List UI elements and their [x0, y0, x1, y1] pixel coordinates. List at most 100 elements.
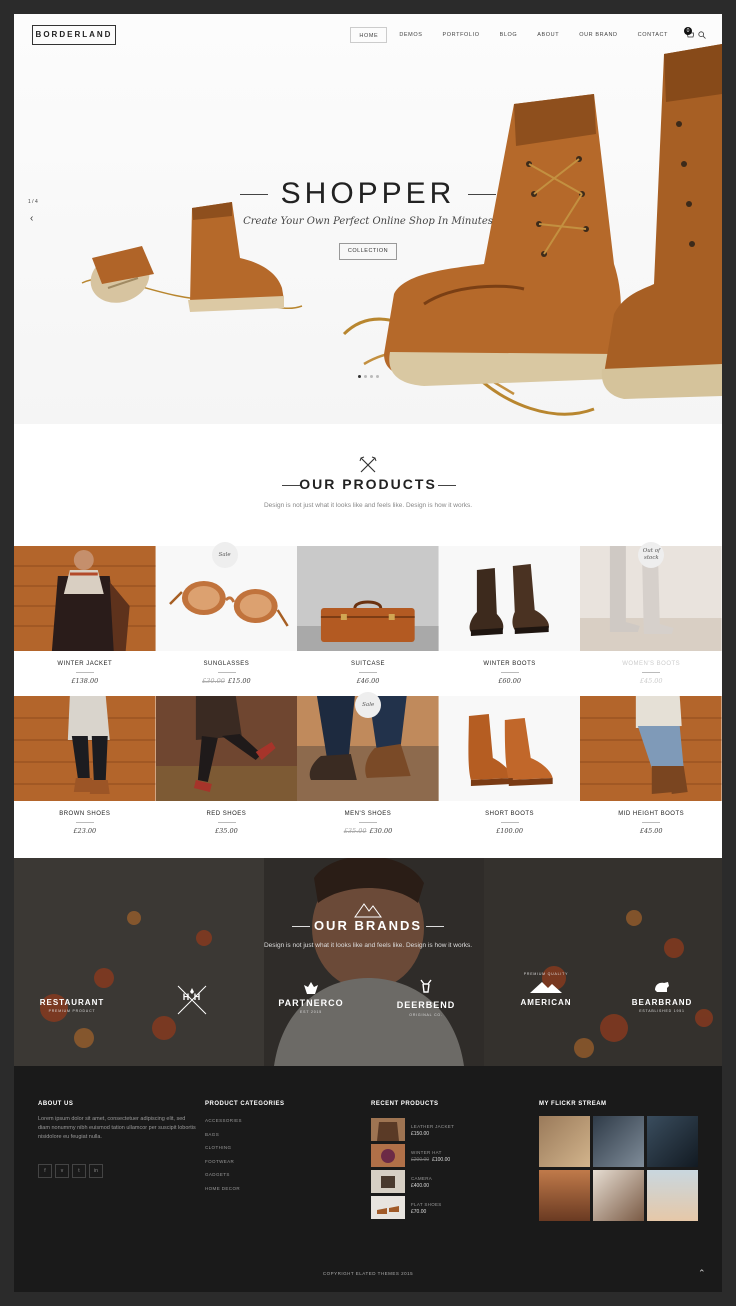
recent-product-price-value: £400.00 — [411, 1183, 430, 1189]
brands-section: OUR BRANDS Design is not just what it lo… — [14, 858, 722, 1066]
twitter-icon[interactable]: t — [72, 1164, 86, 1178]
brands-background-image — [14, 858, 722, 1066]
leaf-icon — [304, 982, 318, 994]
about-text: Lorem ipsum dolor sit amet, consectetuer… — [38, 1116, 196, 1140]
product-price: £46.00 — [297, 677, 439, 685]
product-card[interactable]: WINTER JACKET £138.00 — [14, 546, 156, 697]
nav-blog[interactable]: BLOG — [492, 27, 526, 43]
product-price-value: £45.00 — [639, 677, 663, 685]
product-name[interactable]: MID HEIGHT BOOTS — [580, 811, 722, 817]
chevron-left-icon[interactable]: ‹ — [30, 213, 33, 224]
product-name[interactable]: MEN'S SHOES — [297, 811, 439, 817]
product-card[interactable]: SHORT BOOTS £100.00 — [438, 696, 581, 847]
flickr-photo[interactable] — [539, 1170, 590, 1221]
slide-counter: 1 / 4 — [28, 199, 38, 205]
instagram-icon[interactable]: in — [89, 1164, 103, 1178]
category-link[interactable]: HOME DECOR — [205, 1186, 242, 1200]
product-rule — [500, 822, 519, 823]
category-link[interactable]: GADGETS — [205, 1172, 242, 1186]
product-image-short-boots — [438, 696, 581, 801]
category-link[interactable]: ACCESSORIES — [205, 1118, 242, 1132]
brand-logo-hh[interactable]: H H — [164, 978, 220, 1034]
chevron-up-icon[interactable]: ⌃ — [698, 1268, 706, 1279]
brand-logo-restaurant[interactable]: RESTAURANT PREMIUM PRODUCT — [36, 978, 108, 1034]
brand-name: DEERBEND — [396, 1000, 456, 1010]
flickr-photo[interactable] — [593, 1116, 644, 1167]
recent-product-name: LEATHER JACKET — [411, 1124, 455, 1129]
product-price: £45.00 — [580, 827, 722, 835]
bear-icon — [655, 982, 669, 992]
brand-logo-deerbend[interactable]: DEERBEND ORIGINAL CO. — [386, 978, 466, 1034]
product-name[interactable]: WINTER BOOTS — [439, 661, 581, 667]
product-image-winter-jacket — [14, 546, 156, 651]
recent-product-item[interactable]: FLAT SHOES £70.00 — [371, 1196, 511, 1222]
recent-product-price: £400.00 — [411, 1183, 429, 1189]
nav-home[interactable]: HOME — [350, 27, 388, 43]
category-link[interactable]: CLOTHING — [205, 1145, 242, 1159]
slider-dot[interactable] — [376, 375, 379, 378]
vimeo-icon[interactable]: v — [55, 1164, 69, 1178]
recent-product-item[interactable]: LEATHER JACKET £150.00 — [371, 1118, 511, 1144]
social-links: f v t in — [38, 1164, 103, 1178]
slider-dot[interactable] — [358, 375, 361, 378]
nav-about[interactable]: ABOUT — [529, 27, 567, 43]
recent-products-list: LEATHER JACKET £150.00 WINTER HAT £200.0… — [371, 1118, 511, 1222]
flickr-photo[interactable] — [593, 1170, 644, 1221]
copyright: COPYRIGHT ELATED THEMES 2015 — [322, 1271, 414, 1276]
nav-contact[interactable]: CONTACT — [630, 27, 676, 43]
deer-icon — [420, 979, 432, 993]
brand-logo-american[interactable]: AMERICAN PREMIUM QUALITY — [512, 972, 580, 1034]
product-name[interactable]: SHORT BOOTS — [439, 811, 581, 817]
hero-title: SHOPPER — [280, 177, 456, 210]
product-card[interactable]: Sale MEN'S SHOES £35.00 £30.00 — [297, 692, 439, 847]
product-name[interactable]: SUNGLASSES — [156, 661, 298, 667]
product-card[interactable]: Sale SUNGLASSES £30.00 £15.00 — [155, 542, 298, 697]
recent-product-price-value: £70.00 — [411, 1209, 427, 1215]
recent-product-item[interactable]: WINTER HAT £200.00 £100.00 — [371, 1144, 511, 1170]
category-link[interactable]: BAGS — [205, 1132, 242, 1146]
slider-dot[interactable] — [364, 375, 367, 378]
product-card[interactable]: WINTER BOOTS £60.00 — [438, 546, 581, 697]
nav-our-brand[interactable]: OUR BRAND — [571, 27, 625, 43]
categories-title: PRODUCT CATEGORIES — [205, 1101, 285, 1107]
product-card[interactable]: Out of stock WOMEN'S BOOTS £45.00 — [580, 542, 722, 697]
recent-product-price: £200.00 £100.00 — [411, 1157, 450, 1163]
recent-product-price-value: £100.00 — [432, 1157, 451, 1163]
brand-logo-partnerco[interactable]: PARTNERCO EST 2015 — [274, 978, 348, 1034]
collection-button[interactable]: COLLECTION — [339, 243, 397, 260]
product-name[interactable]: WOMEN'S BOOTS — [580, 661, 722, 667]
nav-demos[interactable]: DEMOS — [391, 27, 430, 43]
hero-slider: SHOPPER Create Your Own Perfect Online S… — [14, 14, 722, 424]
search-icon[interactable] — [698, 31, 706, 39]
product-price: £30.00 £15.00 — [156, 677, 298, 685]
brand-tagline: ESTABLISHED 1951 — [639, 1009, 685, 1013]
about-title: ABOUT US — [38, 1101, 74, 1107]
product-name[interactable]: BROWN SHOES — [14, 811, 156, 817]
flickr-photo[interactable] — [539, 1116, 590, 1167]
flickr-photo[interactable] — [647, 1116, 698, 1167]
hero-title-block: SHOPPER — [240, 174, 496, 214]
product-name[interactable]: WINTER JACKET — [14, 661, 156, 667]
product-card[interactable]: BROWN SHOES £23.00 — [14, 696, 156, 847]
slider-dots — [358, 375, 379, 378]
product-price-value: £23.00 — [73, 827, 97, 835]
product-card[interactable]: SUITCASE £46.00 — [297, 546, 439, 697]
product-name[interactable]: SUITCASE — [297, 661, 439, 667]
brand-logo-bearbrand[interactable]: BEARBRAND ESTABLISHED 1951 — [622, 978, 702, 1034]
nav-portfolio[interactable]: PORTFOLIO — [434, 27, 487, 43]
logo[interactable]: BORDERLAND — [32, 25, 116, 45]
product-price-value: £46.00 — [356, 677, 380, 685]
product-old-price: £30.00 — [202, 677, 225, 685]
product-price-value: £60.00 — [498, 677, 521, 685]
category-link[interactable]: FOOTWEAR — [205, 1159, 242, 1173]
slider-dot[interactable] — [370, 375, 373, 378]
product-card[interactable]: RED SHOES £35.00 — [155, 696, 298, 847]
facebook-icon[interactable]: f — [38, 1164, 52, 1178]
recent-product-price-value: £150.00 — [411, 1131, 430, 1137]
product-price-value: £30.00 — [369, 827, 393, 835]
flickr-photo[interactable] — [647, 1170, 698, 1221]
product-card[interactable]: MID HEIGHT BOOTS £45.00 — [580, 696, 722, 847]
product-name[interactable]: RED SHOES — [156, 811, 298, 817]
product-price-value: £35.00 — [215, 827, 238, 835]
recent-product-item[interactable]: CAMERA £400.00 — [371, 1170, 511, 1196]
